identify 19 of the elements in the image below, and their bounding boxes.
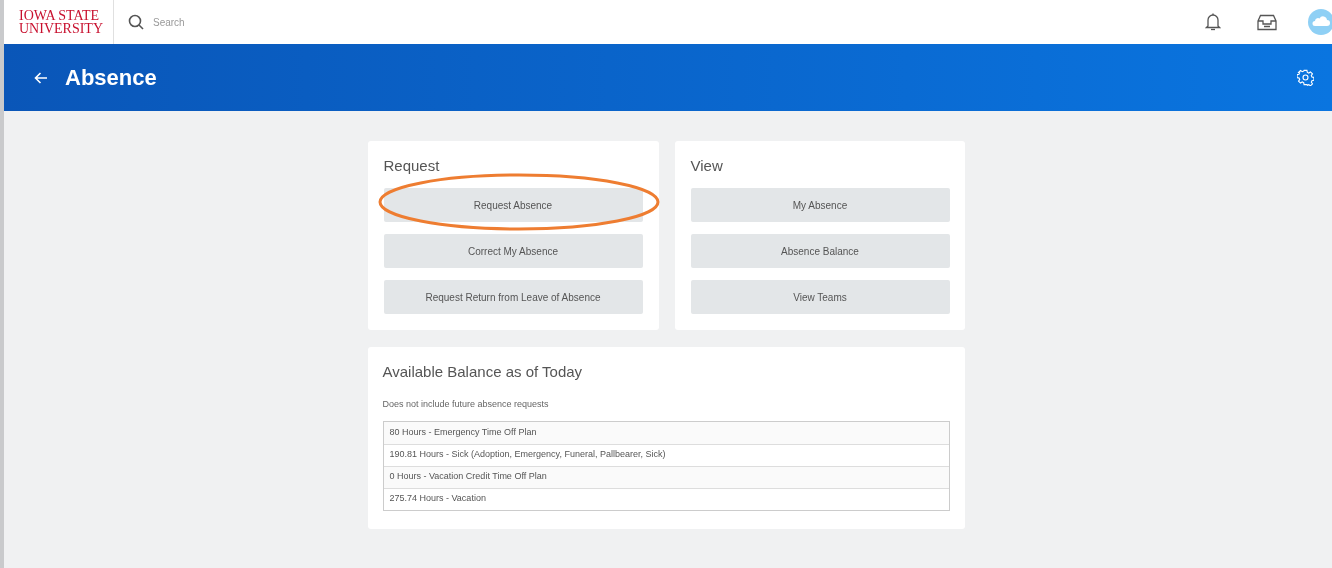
page-title: Absence bbox=[65, 64, 157, 92]
card-title: Available Balance as of Today bbox=[382, 363, 584, 381]
balance-row: 80 Hours - Emergency Time Off Plan bbox=[383, 421, 949, 444]
action-button[interactable]: My Absence bbox=[690, 188, 950, 222]
action-button[interactable]: View Teams bbox=[690, 280, 950, 314]
inbox-icon[interactable] bbox=[1256, 13, 1278, 31]
back-arrow-icon[interactable] bbox=[34, 71, 48, 84]
action-button[interactable]: Absence Balance bbox=[690, 234, 950, 268]
bell-icon[interactable] bbox=[1205, 12, 1221, 32]
search-field[interactable]: Search bbox=[153, 14, 353, 30]
card-title: Request bbox=[383, 157, 441, 175]
action-button[interactable]: Correct My Absence bbox=[383, 234, 643, 268]
action-button[interactable]: Request Return from Leave of Absence bbox=[383, 280, 643, 314]
card-note: Does not include future absence requests bbox=[382, 398, 550, 411]
settings-icon[interactable] bbox=[1297, 69, 1314, 86]
card-title: View bbox=[690, 157, 724, 175]
action-button[interactable]: Request Absence bbox=[383, 188, 643, 222]
search-icon[interactable] bbox=[128, 14, 144, 30]
balance-row: 0 Hours - Vacation Credit Time Off Plan bbox=[383, 465, 949, 488]
